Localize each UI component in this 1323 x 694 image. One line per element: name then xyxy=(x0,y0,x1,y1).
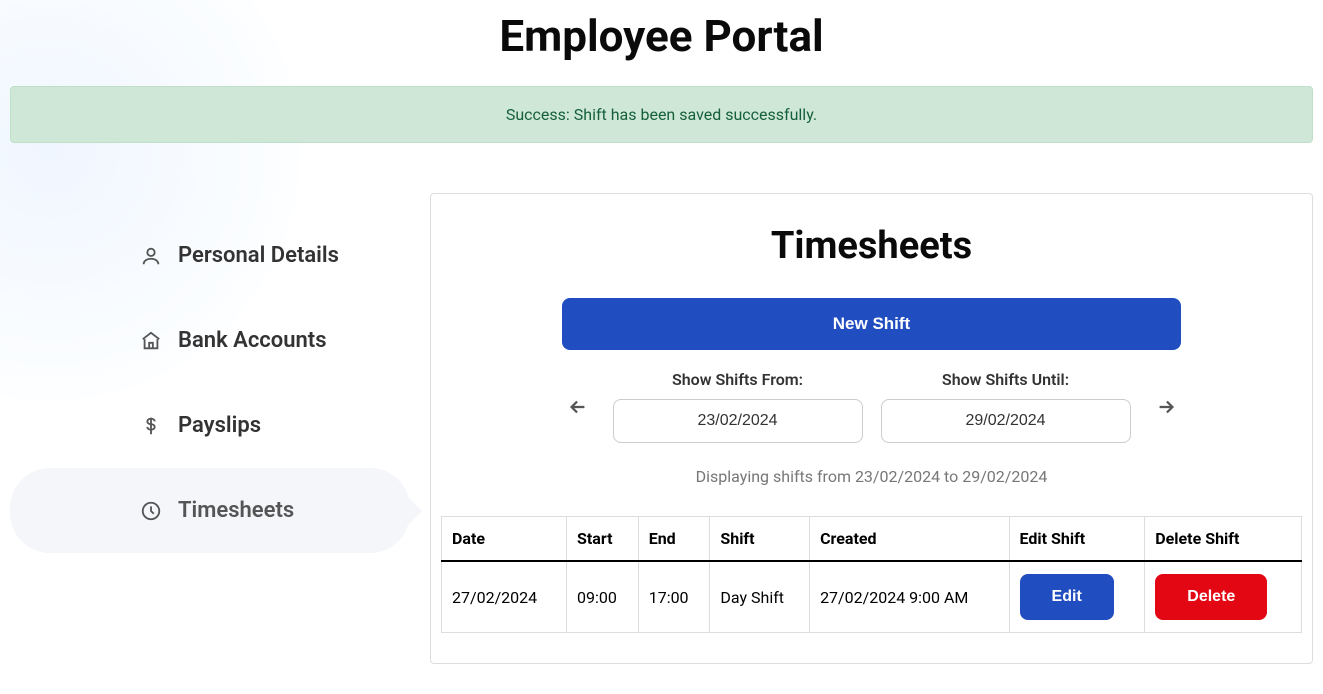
sidebar-item-timesheets[interactable]: Timesheets xyxy=(10,468,410,553)
arrow-right-icon xyxy=(1155,396,1177,418)
dollar-icon xyxy=(140,415,162,437)
cell-end: 17:00 xyxy=(638,561,710,633)
col-created: Created xyxy=(810,517,1009,562)
user-icon xyxy=(140,245,162,267)
cell-delete: Delete xyxy=(1145,561,1302,633)
col-date: Date xyxy=(442,517,567,562)
sidebar: Personal Details Bank Accounts Payslips … xyxy=(10,193,410,553)
clock-icon xyxy=(140,500,162,522)
col-edit: Edit Shift xyxy=(1009,517,1145,562)
table-header-row: Date Start End Shift Created Edit Shift … xyxy=(442,517,1302,562)
page-title: Employee Portal xyxy=(10,10,1313,62)
card-title: Timesheets xyxy=(441,224,1302,268)
sidebar-item-label: Payslips xyxy=(178,413,261,438)
cell-date: 27/02/2024 xyxy=(442,561,567,633)
range-caption: Displaying shifts from 23/02/2024 to 29/… xyxy=(441,467,1302,486)
timesheets-card: Timesheets New Shift Show Shifts From: S… xyxy=(430,193,1313,664)
col-end: End xyxy=(638,517,710,562)
until-date-input[interactable] xyxy=(881,399,1131,443)
from-date-group: Show Shifts From: xyxy=(613,370,863,443)
cell-created: 27/02/2024 9:00 AM xyxy=(810,561,1009,633)
prev-week-button[interactable] xyxy=(561,390,595,424)
sidebar-item-label: Personal Details xyxy=(178,243,339,268)
col-shift: Shift xyxy=(710,517,810,562)
cell-start: 09:00 xyxy=(567,561,639,633)
sidebar-item-personal-details[interactable]: Personal Details xyxy=(10,213,410,298)
sidebar-item-label: Timesheets xyxy=(178,498,294,523)
until-date-group: Show Shifts Until: xyxy=(881,370,1131,443)
cell-shift: Day Shift xyxy=(710,561,810,633)
sidebar-item-bank-accounts[interactable]: Bank Accounts xyxy=(10,298,410,383)
table-row: 27/02/2024 09:00 17:00 Day Shift 27/02/2… xyxy=(442,561,1302,633)
sidebar-item-label: Bank Accounts xyxy=(178,328,327,353)
until-date-label: Show Shifts Until: xyxy=(942,370,1069,389)
edit-shift-button[interactable]: Edit xyxy=(1020,574,1114,620)
next-week-button[interactable] xyxy=(1149,390,1183,424)
delete-shift-button[interactable]: Delete xyxy=(1155,574,1267,620)
alert-success: Success: Shift has been saved successful… xyxy=(10,86,1313,143)
date-range-row: Show Shifts From: Show Shifts Until: xyxy=(441,370,1302,443)
shifts-table: Date Start End Shift Created Edit Shift … xyxy=(441,516,1302,633)
cell-edit: Edit xyxy=(1009,561,1145,633)
sidebar-item-payslips[interactable]: Payslips xyxy=(10,383,410,468)
col-start: Start xyxy=(567,517,639,562)
home-icon xyxy=(140,330,162,352)
new-shift-button[interactable]: New Shift xyxy=(562,298,1182,350)
from-date-label: Show Shifts From: xyxy=(672,370,803,389)
col-delete: Delete Shift xyxy=(1145,517,1302,562)
arrow-left-icon xyxy=(567,396,589,418)
from-date-input[interactable] xyxy=(613,399,863,443)
